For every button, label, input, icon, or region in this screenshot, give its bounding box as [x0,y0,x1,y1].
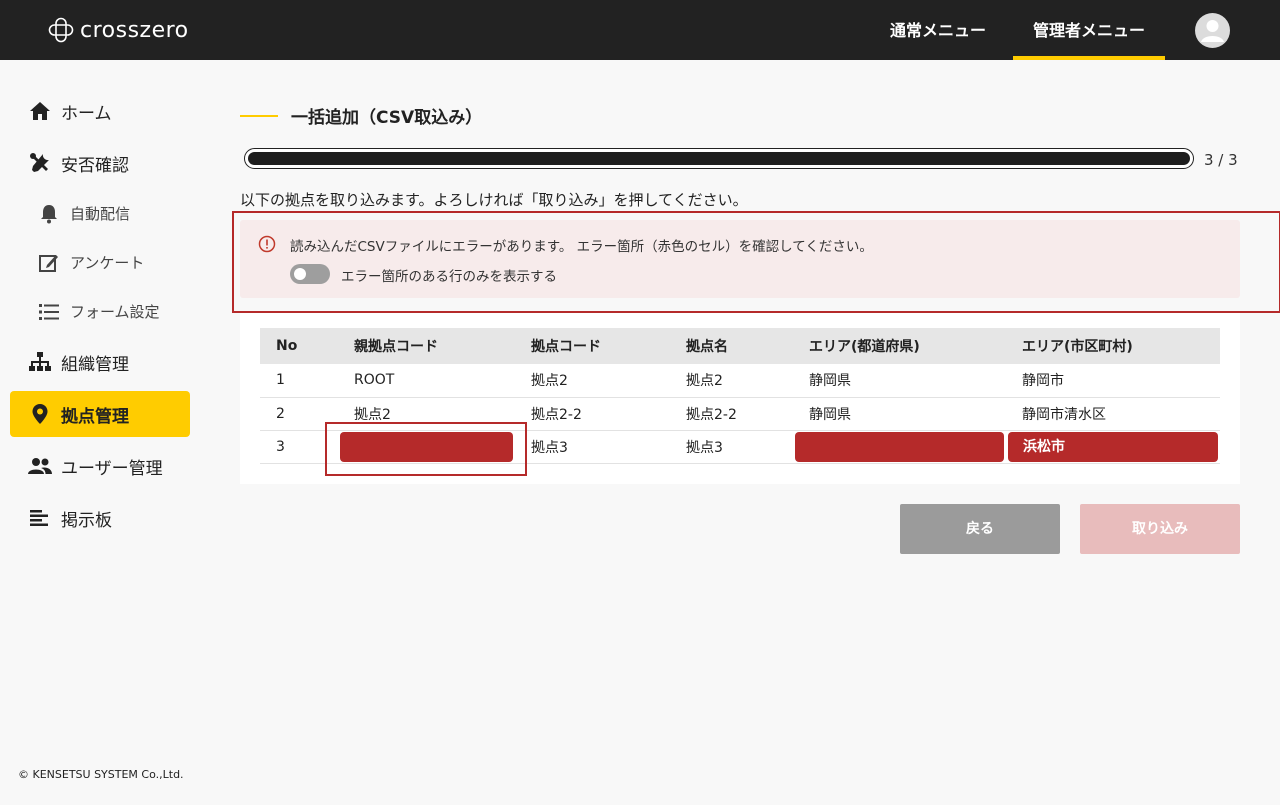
error-cell-highlight-outline [325,422,527,476]
sidebar-item-label: 安否確認 [61,155,129,176]
table-cell: 拠点2-2 [670,397,793,431]
instruction-text: 以下の拠点を取り込みます。よろしければ「取り込み」を押してください。 [240,191,748,209]
user-avatar-icon [1201,20,1224,42]
sidebar-item-label: アンケート [70,254,145,272]
sidebar-item-locations[interactable]: 拠点管理 [10,391,190,437]
sidebar-item-home[interactable]: ホーム [10,88,190,134]
sidebar-item-safety[interactable]: 安否確認 [10,140,190,186]
import-button[interactable]: 取り込み [1080,504,1240,554]
error-rows-toggle[interactable] [290,264,330,284]
sidebar-item-label: ユーザー管理 [61,458,163,479]
sidebar-item-label: 組織管理 [61,354,129,375]
alert-circle-icon [258,235,276,253]
sidebar-item-label: 自動配信 [70,205,131,223]
sidebar-item-bulletin-board[interactable]: 掲示板 [10,495,190,541]
toggle-label: エラー箇所のある行のみを表示する [341,269,557,285]
nav-admin-menu[interactable]: 管理者メニュー [1013,0,1165,60]
table-cell: ROOT [338,364,515,398]
back-button[interactable]: 戻る [900,504,1060,554]
column-header: 拠点名 [670,328,793,364]
table-cell: 拠点3 [515,430,670,464]
table-cell: 拠点3 [670,430,793,464]
logo-text: crosszero [80,17,189,43]
table-cell: 拠点2 [515,364,670,398]
board-icon [28,506,52,530]
table-cell: 静岡県 [793,397,1006,431]
sidebar: ホーム 安否確認 自動配信 アンケート フォーム設定 組織管理 拠点管理 ユーザ… [10,88,190,547]
table-cell: 拠点2-2 [515,397,670,431]
table-cell: 静岡市清水区 [1006,397,1220,431]
users-icon [28,454,52,478]
table-header-row: No 親拠点コード 拠点コード 拠点名 エリア(都道府県) エリア(市区町村) [260,328,1220,364]
nav-normal-menu[interactable]: 通常メニュー [876,0,1000,60]
column-header: No [260,328,338,364]
error-message: 読み込んだCSVファイルにエラーがあります。 エラー箇所（赤色のセル）を確認して… [290,239,873,255]
column-header: エリア(都道府県) [793,328,1006,364]
table-cell-error: 浜松市 [1006,430,1220,464]
tools-icon [28,151,52,175]
column-header: 親拠点コード [338,328,515,364]
list-icon [38,301,60,323]
table-cell: 静岡県 [793,364,1006,398]
sidebar-item-survey[interactable]: アンケート [10,241,190,284]
org-chart-icon [28,350,52,374]
sidebar-item-form-settings[interactable]: フォーム設定 [10,290,190,333]
sidebar-item-organization[interactable]: 組織管理 [10,339,190,385]
table-cell-error [793,430,1006,464]
progress-bar [244,148,1194,169]
map-pin-icon [28,402,52,426]
top-bar: crosszero 通常メニュー 管理者メニュー [0,0,1280,60]
sidebar-item-auto-delivery[interactable]: 自動配信 [10,192,190,235]
page-title: 一括追加（CSV取込み） [240,103,482,128]
sidebar-item-label: 拠点管理 [61,406,129,427]
bell-icon [38,203,60,225]
copyright: © KENSETSU SYSTEM Co.,Ltd. [18,768,184,781]
logo[interactable]: crosszero [48,15,189,45]
table-cell: 拠点2 [670,364,793,398]
crosszero-logo-icon [48,17,74,43]
error-cell-fill [795,431,1004,462]
error-alert [240,220,1240,298]
sidebar-item-label: フォーム設定 [70,303,160,321]
column-header: 拠点コード [515,328,670,364]
sidebar-item-label: ホーム [61,103,112,124]
table-cell: 1 [260,364,338,398]
progress-fill [248,152,1190,165]
toggle-knob [294,268,306,280]
error-cell-fill: 浜松市 [1008,431,1218,462]
sidebar-item-label: 掲示板 [61,510,112,531]
progress-step: 3 / 3 [1204,151,1238,169]
sidebar-item-users[interactable]: ユーザー管理 [10,443,190,489]
page-title-text: 一括追加（CSV取込み） [291,108,483,128]
home-icon [28,99,52,123]
table-row: 1 ROOT 拠点2 拠点2 静岡県 静岡市 [260,364,1220,398]
edit-icon [38,252,60,274]
avatar[interactable] [1195,13,1230,48]
column-header: エリア(市区町村) [1006,328,1220,364]
table-cell: 静岡市 [1006,364,1220,398]
title-accent-line [240,114,278,117]
